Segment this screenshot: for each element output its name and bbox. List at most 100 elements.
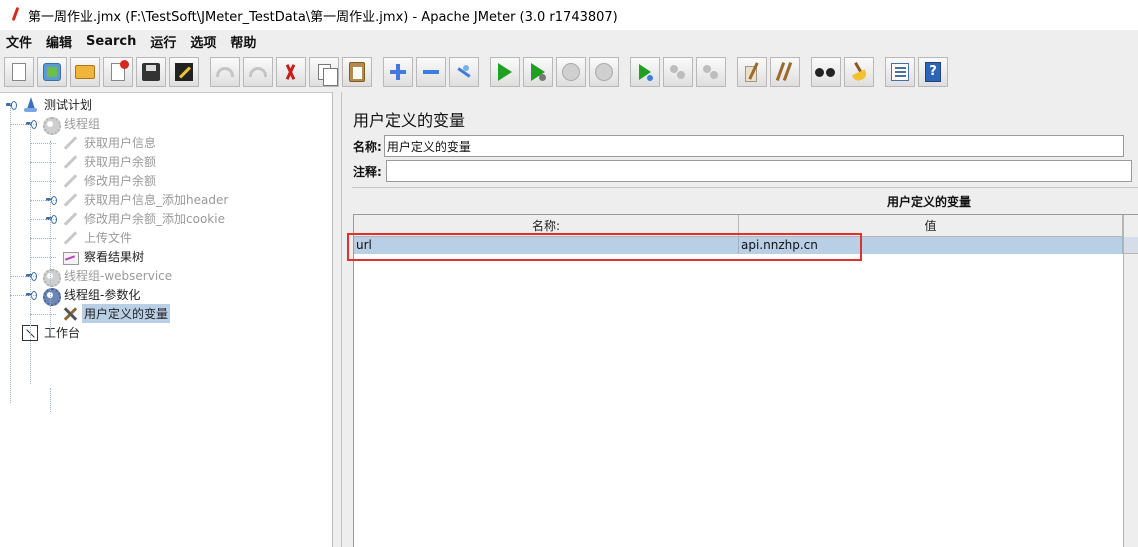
menu-bar: 文件 编辑 Search 运行 选项 帮助 — [0, 30, 1138, 52]
tree-node-label: 察看结果树 — [84, 250, 145, 264]
cut-button[interactable] — [276, 57, 306, 87]
column-header-value[interactable]: 值 — [739, 215, 1123, 237]
tree-node[interactable]: 获取用户信息_添加header — [62, 190, 230, 209]
shutdown-icon — [595, 63, 613, 81]
tree-node-label: 用户定义的变量 — [82, 304, 171, 323]
stop-button[interactable] — [556, 57, 586, 87]
tree-connector — [30, 143, 56, 144]
expand-button[interactable] — [383, 57, 413, 87]
copy-button[interactable] — [309, 57, 339, 87]
tree-node[interactable]: 线程组 — [42, 114, 102, 135]
tree-node[interactable]: 测试计划 — [22, 95, 94, 114]
remote-stop-button[interactable] — [663, 57, 693, 87]
config-element-panel: 用户定义的变量 名称: 注释: 用户定义的变量 名称: 值 url api.nn… — [343, 92, 1138, 547]
help-button[interactable]: ? — [918, 57, 948, 87]
clear-icon — [743, 62, 761, 82]
remote-start-icon — [639, 64, 653, 81]
tree-connector — [10, 276, 36, 277]
toggle-icon — [455, 63, 473, 81]
name-input[interactable] — [383, 135, 1124, 157]
menu-item-5[interactable]: 帮助 — [230, 32, 256, 51]
tree-node[interactable]: 获取用户余额 — [62, 152, 158, 171]
test-plan-icon — [22, 96, 38, 113]
start-button[interactable] — [490, 57, 520, 87]
templates-button[interactable] — [37, 57, 67, 87]
column-header-name[interactable]: 名称: — [354, 215, 739, 237]
tree-connector — [30, 162, 56, 163]
close-icon — [111, 60, 129, 81]
jmeter-feather-icon — [10, 7, 20, 23]
comment-row: 注释: — [353, 160, 1132, 182]
variables-table[interactable]: 名称: 值 url api.nnzhp.cn — [353, 214, 1138, 547]
remote-shutdown-button[interactable] — [696, 57, 726, 87]
paste-button[interactable] — [342, 57, 372, 87]
save-as-icon — [175, 63, 193, 81]
new-icon — [12, 63, 26, 81]
undo-button[interactable] — [210, 57, 240, 87]
toggle-button[interactable] — [449, 57, 479, 87]
tree-node-label: 线程组-参数化 — [64, 288, 141, 302]
tree-node[interactable]: 获取用户信息 — [62, 133, 158, 152]
tree-node[interactable]: 察看结果树 — [62, 247, 146, 266]
tree-node-label: 线程组-webservice — [64, 269, 173, 283]
menu-item-0[interactable]: 文件 — [6, 32, 32, 51]
tree-node[interactable]: 修改用户余额_添加cookie — [62, 209, 227, 228]
search-button[interactable] — [811, 57, 841, 87]
tree-guide-line — [10, 103, 11, 403]
tree-node[interactable]: 线程组-webservice — [42, 266, 174, 287]
save-icon — [142, 63, 160, 81]
redo-button[interactable] — [243, 57, 273, 87]
cell-name[interactable]: url — [354, 237, 739, 254]
open-button[interactable] — [70, 57, 100, 87]
menu-item-2[interactable]: Search — [86, 34, 136, 49]
tree-node[interactable]: 上传文件 — [62, 228, 134, 247]
function-helper-button[interactable] — [885, 57, 915, 87]
templates-icon — [43, 63, 61, 81]
save-as-button[interactable] — [169, 57, 199, 87]
tree-node[interactable]: 用户定义的变量 — [62, 304, 171, 323]
expand-icon — [390, 64, 406, 80]
reset-search-button[interactable] — [844, 57, 874, 87]
help-icon: ? — [925, 62, 941, 82]
close-button[interactable] — [103, 57, 133, 87]
config-tools-icon — [62, 306, 78, 322]
remote-shutdown-icon — [702, 64, 720, 80]
window-title-bar: 第一周作业.jmx (F:\TestSoft\JMeter_TestData\第… — [0, 0, 1138, 30]
clear-button[interactable] — [737, 57, 767, 87]
tree-connector — [30, 238, 56, 239]
test-plan-tree[interactable]: 测试计划 线程组 获取用户信息获取用户余额修改用户余额 获取用户信息_添加header… — [0, 92, 333, 547]
table-scroll-column[interactable] — [1123, 215, 1138, 547]
split-pane-divider[interactable] — [334, 92, 342, 547]
tree-guide-line — [30, 122, 31, 384]
tree-connector — [10, 295, 36, 296]
tree-node[interactable]: 工作台 — [22, 323, 82, 342]
save-button[interactable] — [136, 57, 166, 87]
tree-node-label: 上传文件 — [84, 231, 133, 245]
tree-node[interactable]: 修改用户余额 — [62, 171, 158, 190]
menu-item-3[interactable]: 运行 — [150, 32, 176, 51]
remote-start-button[interactable] — [630, 57, 660, 87]
sampler-icon — [62, 211, 78, 227]
start-icon — [498, 63, 512, 81]
tree-node[interactable]: 线程组-参数化 — [42, 285, 142, 306]
tree-node-label: 修改用户余额_添加cookie — [84, 212, 225, 226]
paste-icon — [349, 62, 365, 82]
row-marker — [1124, 237, 1138, 254]
menu-item-1[interactable]: 编辑 — [46, 32, 72, 51]
redo-icon — [249, 67, 267, 77]
cell-value[interactable]: api.nnzhp.cn — [739, 237, 1123, 254]
start-no-pause-button[interactable] — [523, 57, 553, 87]
table-row[interactable]: url api.nnzhp.cn — [354, 237, 1124, 254]
new-button[interactable] — [4, 57, 34, 87]
collapse-icon — [423, 70, 439, 74]
function-helper-icon — [891, 63, 909, 81]
shutdown-button[interactable] — [589, 57, 619, 87]
tree-node-label: 获取用户余额 — [84, 155, 157, 169]
collapse-button[interactable] — [416, 57, 446, 87]
comment-input[interactable] — [385, 160, 1132, 182]
menu-item-4[interactable]: 选项 — [190, 32, 216, 51]
clear-all-icon — [775, 62, 795, 82]
name-row: 名称: — [353, 135, 1124, 157]
clear-all-button[interactable] — [770, 57, 800, 87]
name-label: 名称: — [353, 139, 382, 154]
